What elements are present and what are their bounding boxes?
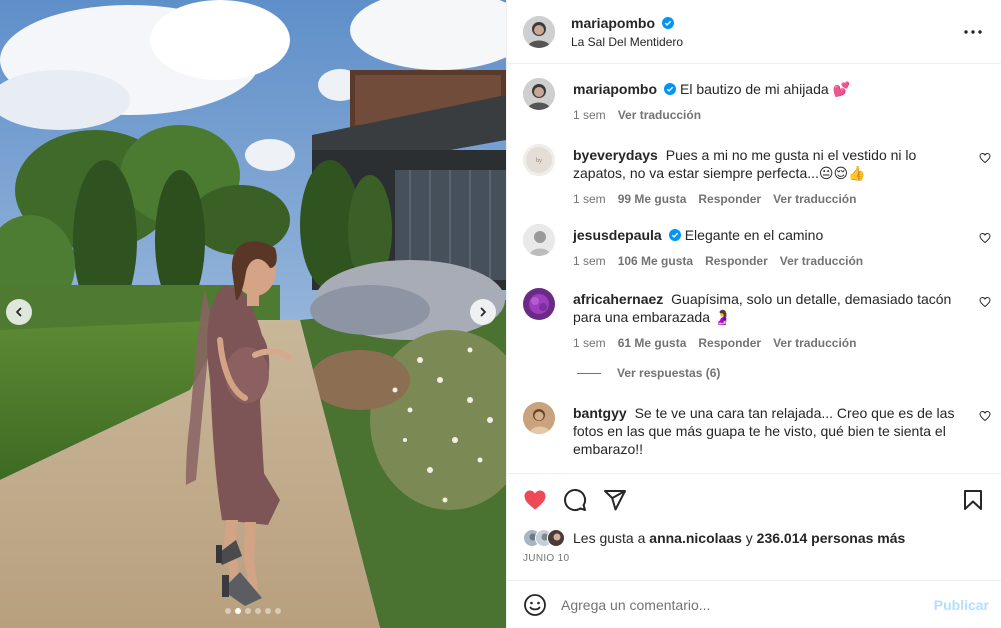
comment-input[interactable]	[561, 596, 934, 613]
comment-time[interactable]: 1 sem	[573, 254, 606, 268]
carousel-dot	[275, 608, 281, 614]
caption-username[interactable]: mariapombo	[573, 81, 657, 97]
verified-badge-icon	[661, 16, 674, 29]
author-avatar[interactable]	[523, 15, 555, 48]
emoji-picker-button[interactable]	[523, 593, 547, 617]
comment-text: Elegante en el camino	[684, 227, 824, 243]
heart-outline-icon[interactable]	[979, 410, 991, 422]
likes-summary: Les gusta a anna.nicolaas y 236.014 pers…	[523, 529, 985, 547]
comment-item: by byeverydays Pues a mi no me gusta ni …	[523, 144, 991, 206]
carousel-dot	[265, 608, 271, 614]
author-avatar[interactable]	[523, 78, 555, 110]
commenter-avatar[interactable]: by	[523, 144, 555, 176]
send-icon	[604, 490, 626, 511]
post-header: mariapombo La Sal Del Mentidero	[507, 0, 1001, 64]
post-side-panel: mariapombo La Sal Del Mentidero mariapom…	[506, 0, 1001, 628]
likes-count-link[interactable]: 236.014 personas más	[757, 530, 906, 546]
likes-prefix: Les gusta a	[573, 530, 646, 546]
comment-item: bantgyy Se te ve una cara tan relajada..…	[523, 402, 991, 458]
comment-item: jesusdepaula Elegante en el camino 1 sem …	[523, 224, 991, 268]
view-replies-button[interactable]: Ver respuestas (6)	[577, 366, 991, 380]
heart-outline-icon[interactable]	[979, 152, 991, 164]
carousel-indicator	[0, 608, 506, 614]
heart-outline-icon[interactable]	[979, 296, 991, 308]
post-date[interactable]: JUNIO 10	[523, 553, 985, 564]
see-translation-link[interactable]: Ver traducción	[618, 108, 701, 122]
comment-likes-count[interactable]: 61 Me gusta	[618, 336, 687, 350]
likes-joiner: y	[745, 530, 753, 546]
commenter-avatar[interactable]	[523, 288, 555, 320]
carousel-dot	[245, 608, 251, 614]
caption-time[interactable]: 1 sem	[573, 108, 606, 122]
commenter-username[interactable]: africahernaez	[573, 291, 663, 307]
reply-button[interactable]: Responder	[705, 254, 768, 268]
instagram-post: mariapombo La Sal Del Mentidero mariapom…	[0, 0, 1001, 628]
previous-slide-button[interactable]	[6, 299, 32, 325]
commenter-username[interactable]: bantgyy	[573, 405, 627, 421]
comment-button[interactable]	[563, 488, 587, 512]
see-translation-link[interactable]: Ver traducción	[773, 192, 856, 206]
comment-text: Se te ve una cara tan relajada... Creo q…	[573, 405, 955, 457]
view-replies-label: Ver respuestas (6)	[617, 366, 721, 380]
liker-avatar	[547, 529, 565, 547]
carousel-dot	[255, 608, 261, 614]
chevron-right-icon	[480, 307, 486, 317]
comment-likes-count[interactable]: 106 Me gusta	[618, 254, 693, 268]
next-slide-button[interactable]	[470, 299, 496, 325]
replies-divider	[577, 372, 601, 374]
bookmark-icon	[964, 490, 982, 510]
carousel-dot	[235, 608, 241, 614]
reply-button[interactable]: Responder	[698, 192, 761, 206]
see-translation-link[interactable]: Ver traducción	[780, 254, 863, 268]
carousel-dot	[225, 608, 231, 614]
comment-icon	[564, 489, 587, 511]
comment-time[interactable]: 1 sem	[573, 336, 606, 350]
reply-button[interactable]: Responder	[698, 336, 761, 350]
commenter-avatar[interactable]	[523, 402, 555, 434]
comment-item: africahernaez Guapísima, solo un detalle…	[523, 288, 991, 350]
heart-outline-icon[interactable]	[979, 232, 991, 244]
more-horizontal-icon	[964, 29, 982, 34]
commenter-username[interactable]: byeverydays	[573, 147, 658, 163]
post-actions: Les gusta a anna.nicolaas y 236.014 pers…	[507, 473, 1001, 564]
publish-button[interactable]: Publicar	[934, 597, 989, 613]
post-photo	[0, 0, 506, 628]
liker-avatars[interactable]	[523, 529, 565, 547]
emoji-icon	[524, 593, 546, 616]
commenter-avatar[interactable]	[523, 224, 555, 256]
caption-text: El bautizo de mi ahijada 💕	[680, 81, 850, 97]
chevron-left-icon	[16, 307, 22, 317]
heart-filled-icon	[524, 490, 546, 510]
caption: mariapombo El bautizo de mi ahijada 💕 1 s…	[523, 78, 991, 122]
comment-likes-count[interactable]: 99 Me gusta	[618, 192, 687, 206]
comments-list[interactable]: mariapombo El bautizo de mi ahijada 💕 1 s…	[507, 64, 1001, 472]
verified-badge-icon	[668, 229, 681, 241]
commenter-username[interactable]: jesusdepaula	[573, 227, 662, 243]
more-options-button[interactable]	[961, 20, 985, 44]
see-translation-link[interactable]: Ver traducción	[773, 336, 856, 350]
like-button[interactable]	[523, 488, 547, 512]
svg-text:by: by	[536, 158, 542, 164]
comment-time[interactable]: 1 sem	[573, 192, 606, 206]
verified-badge-icon	[664, 83, 677, 95]
save-button[interactable]	[961, 488, 985, 512]
author-username[interactable]: mariapombo	[571, 15, 655, 31]
post-media[interactable]	[0, 0, 506, 628]
post-location[interactable]: La Sal Del Mentidero	[571, 35, 961, 49]
first-liker-username[interactable]: anna.nicolaas	[649, 530, 742, 546]
share-button[interactable]	[603, 488, 627, 512]
add-comment-bar: Publicar	[507, 580, 1001, 628]
